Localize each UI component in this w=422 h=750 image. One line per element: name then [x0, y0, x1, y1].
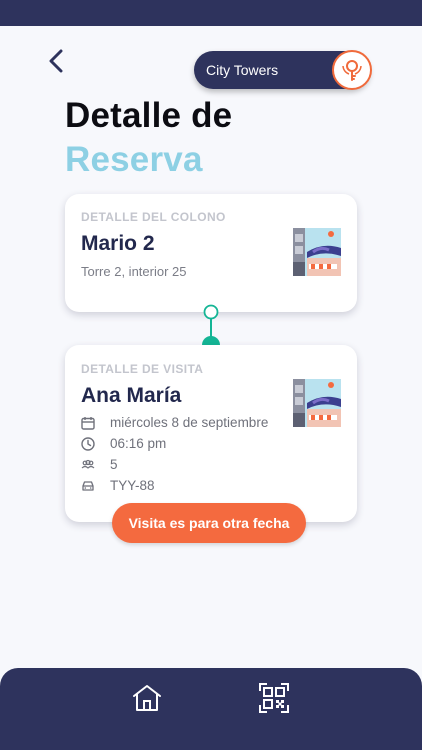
car-icon	[81, 479, 95, 493]
other-date-button[interactable]: Visita es para otra fecha	[112, 503, 306, 543]
key-logo-icon	[332, 49, 372, 90]
visita-illustration	[293, 379, 341, 427]
bottom-nav	[0, 668, 422, 750]
colono-name: Mario 2	[81, 232, 155, 255]
building-name: City Towers	[206, 62, 279, 78]
building-selector[interactable]: City Towers	[194, 49, 372, 90]
clock-icon	[81, 436, 95, 451]
status-bar	[0, 0, 422, 26]
qr-code-icon	[259, 683, 289, 713]
calendar-icon	[81, 416, 95, 430]
visit-guests: 5	[110, 457, 118, 472]
colono-card: DETALLE DEL COLONO Mario 2 Torre 2, inte…	[65, 194, 357, 312]
page-title-line2: Reserva	[65, 140, 203, 179]
visit-time-row: 06:16 pm	[81, 436, 166, 451]
home-icon	[133, 685, 161, 711]
visit-time: 06:16 pm	[110, 436, 167, 451]
visit-date-row: miércoles 8 de septiembre	[81, 415, 268, 430]
nav-qr-button[interactable]	[256, 680, 292, 716]
visit-plate: TYY-88	[110, 478, 155, 493]
page-title-line1: Detalle de	[65, 96, 233, 135]
colono-address: Torre 2, interior 25	[81, 264, 187, 279]
visita-card: DETALLE DE VISITA Ana María miércoles 8 …	[65, 345, 357, 522]
visita-card-label: DETALLE DE VISITA	[81, 362, 204, 376]
colono-illustration	[293, 228, 341, 276]
nav-home-button[interactable]	[129, 680, 165, 716]
colono-card-label: DETALLE DEL COLONO	[81, 210, 226, 224]
visit-guests-row: 5	[81, 457, 118, 472]
visit-date: miércoles 8 de septiembre	[110, 415, 269, 430]
back-button[interactable]	[44, 48, 68, 74]
people-icon	[81, 458, 95, 472]
visitor-name: Ana María	[81, 384, 182, 407]
visit-plate-row: TYY-88	[81, 478, 155, 493]
chevron-left-icon	[49, 49, 63, 73]
